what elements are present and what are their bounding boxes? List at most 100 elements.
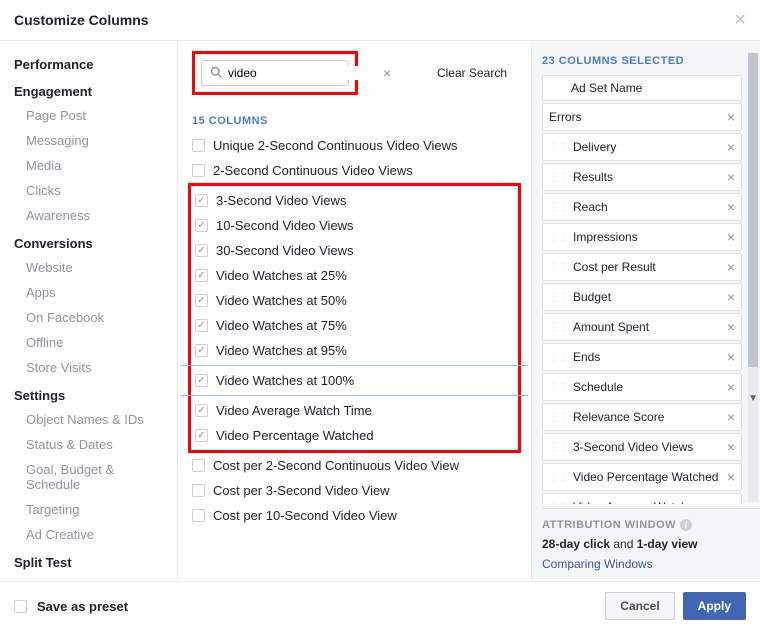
sidebar-section[interactable]: Split Test	[0, 547, 177, 574]
sidebar-item[interactable]: Goal, Budget & Schedule	[0, 457, 177, 497]
drag-handle-icon[interactable]: ⋮⋮	[549, 412, 567, 423]
sidebar-item[interactable]: Website	[0, 255, 177, 280]
checkbox[interactable]	[195, 269, 208, 282]
selected-item[interactable]: ⋮⋮Relevance Score×	[542, 403, 742, 431]
remove-icon[interactable]: ×	[727, 169, 735, 185]
drag-handle-icon[interactable]: ⋮⋮	[549, 322, 567, 333]
selected-item[interactable]: ⋮⋮Impressions×	[542, 223, 742, 251]
selected-item[interactable]: ⋮⋮Amount Spent×	[542, 313, 742, 341]
checkbox[interactable]	[195, 194, 208, 207]
clear-input-icon[interactable]: ×	[383, 65, 391, 81]
drag-handle-icon[interactable]: ⋮⋮	[549, 352, 567, 363]
checkbox[interactable]	[195, 404, 208, 417]
column-option[interactable]: 3-Second Video Views	[195, 188, 514, 213]
drag-handle-icon[interactable]: ⋮⋮	[549, 202, 567, 213]
sidebar-item[interactable]: Messaging	[0, 128, 177, 153]
checkbox[interactable]	[192, 509, 205, 522]
sidebar-item[interactable]: Apps	[0, 280, 177, 305]
search-input[interactable]	[228, 66, 383, 80]
drag-handle-icon[interactable]: ⋮⋮	[549, 172, 567, 183]
sidebar-item[interactable]: On Facebook	[0, 305, 177, 330]
column-option[interactable]: Video Watches at 25%	[195, 263, 514, 288]
column-option[interactable]: 30-Second Video Views	[195, 238, 514, 263]
remove-icon[interactable]: ×	[727, 439, 735, 455]
drag-handle-icon[interactable]: ⋮⋮	[549, 502, 567, 505]
sidebar-section[interactable]: Conversions	[0, 228, 177, 255]
checkbox[interactable]	[192, 484, 205, 497]
scroll-down-icon[interactable]: ▼	[748, 393, 758, 404]
column-option[interactable]: Video Watches at 100%	[195, 368, 514, 393]
sidebar-item[interactable]: Offline	[0, 330, 177, 355]
sidebar-item[interactable]: Awareness	[0, 203, 177, 228]
selected-item[interactable]: ⋮⋮Delivery×	[542, 133, 742, 161]
remove-icon[interactable]: ×	[727, 349, 735, 365]
remove-icon[interactable]: ×	[727, 289, 735, 305]
checkbox[interactable]	[195, 244, 208, 257]
sidebar-item[interactable]: Clicks	[0, 178, 177, 203]
checkbox[interactable]	[192, 139, 205, 152]
sidebar-item[interactable]: Media	[0, 153, 177, 178]
checkbox[interactable]	[195, 344, 208, 357]
remove-icon[interactable]: ×	[727, 409, 735, 425]
selected-item[interactable]: ⋮⋮Budget×	[542, 283, 742, 311]
sidebar-section[interactable]: Performance	[0, 49, 177, 76]
checkbox[interactable]	[195, 429, 208, 442]
selected-item[interactable]: ⋮⋮Reach×	[542, 193, 742, 221]
drag-handle-icon[interactable]: ⋮⋮	[549, 142, 567, 153]
remove-icon[interactable]: ×	[727, 199, 735, 215]
remove-icon[interactable]: ×	[727, 109, 735, 125]
remove-icon[interactable]: ×	[727, 379, 735, 395]
column-option[interactable]: 2-Second Continuous Video Views	[192, 158, 517, 183]
column-option[interactable]: Cost per 2-Second Continuous Video View	[192, 453, 517, 478]
selected-item[interactable]: ⋮⋮Results×	[542, 163, 742, 191]
drag-handle-icon[interactable]: ⋮⋮	[549, 442, 567, 453]
column-option[interactable]: Video Percentage Watched	[195, 423, 514, 448]
selected-item[interactable]: ⋮⋮Schedule×	[542, 373, 742, 401]
selected-item[interactable]: ⋮⋮Cost per Result×	[542, 253, 742, 281]
checkbox[interactable]	[192, 164, 205, 177]
sidebar-section[interactable]: Optimization	[0, 574, 177, 581]
scrollbar[interactable]	[748, 53, 758, 502]
column-option[interactable]: Cost per 10-Second Video View	[192, 503, 517, 528]
info-icon[interactable]: i	[680, 519, 692, 531]
cancel-button[interactable]: Cancel	[605, 592, 674, 620]
checkbox[interactable]	[195, 374, 208, 387]
remove-icon[interactable]: ×	[727, 259, 735, 275]
sidebar-section[interactable]: Engagement	[0, 76, 177, 103]
save-preset-checkbox[interactable]	[14, 600, 27, 613]
selected-item[interactable]: ⋮⋮3-Second Video Views×	[542, 433, 742, 461]
drag-handle-icon[interactable]: ⋮⋮	[549, 292, 567, 303]
sidebar-item[interactable]: Status & Dates	[0, 432, 177, 457]
drag-handle-icon[interactable]: ⋮⋮	[549, 262, 567, 273]
column-option[interactable]: Cost per 3-Second Video View	[192, 478, 517, 503]
column-option[interactable]: Video Watches at 50%	[195, 288, 514, 313]
clear-search-link[interactable]: Clear Search	[437, 66, 517, 80]
sidebar-section[interactable]: Settings	[0, 380, 177, 407]
search-box[interactable]: ×	[201, 60, 349, 86]
column-option[interactable]: 10-Second Video Views	[195, 213, 514, 238]
sidebar-item[interactable]: Ad Creative	[0, 522, 177, 547]
selected-item[interactable]: Errors×	[542, 103, 742, 131]
apply-button[interactable]: Apply	[683, 592, 746, 620]
sidebar-item[interactable]: Page Post	[0, 103, 177, 128]
column-option[interactable]: Video Watches at 75%	[195, 313, 514, 338]
selected-item[interactable]: ⋮⋮Video Percentage Watched×	[542, 463, 742, 491]
selected-item[interactable]: ⋮⋮Ends×	[542, 343, 742, 371]
remove-icon[interactable]: ×	[727, 319, 735, 335]
remove-icon[interactable]: ×	[727, 139, 735, 155]
column-option[interactable]: Video Average Watch Time	[195, 398, 514, 423]
checkbox[interactable]	[195, 319, 208, 332]
checkbox[interactable]	[195, 219, 208, 232]
checkbox[interactable]	[192, 459, 205, 472]
selected-item[interactable]: ⋮⋮Video Average Watch×	[542, 493, 742, 504]
drag-handle-icon[interactable]: ⋮⋮	[549, 232, 567, 243]
remove-icon[interactable]: ×	[727, 229, 735, 245]
drag-handle-icon[interactable]: ⋮⋮	[549, 472, 567, 483]
sidebar-item[interactable]: Store Visits	[0, 355, 177, 380]
sidebar-item[interactable]: Targeting	[0, 497, 177, 522]
column-option[interactable]: Unique 2-Second Continuous Video Views	[192, 133, 517, 158]
remove-icon[interactable]: ×	[727, 499, 735, 504]
remove-icon[interactable]: ×	[727, 469, 735, 485]
checkbox[interactable]	[195, 294, 208, 307]
sidebar-item[interactable]: Object Names & IDs	[0, 407, 177, 432]
